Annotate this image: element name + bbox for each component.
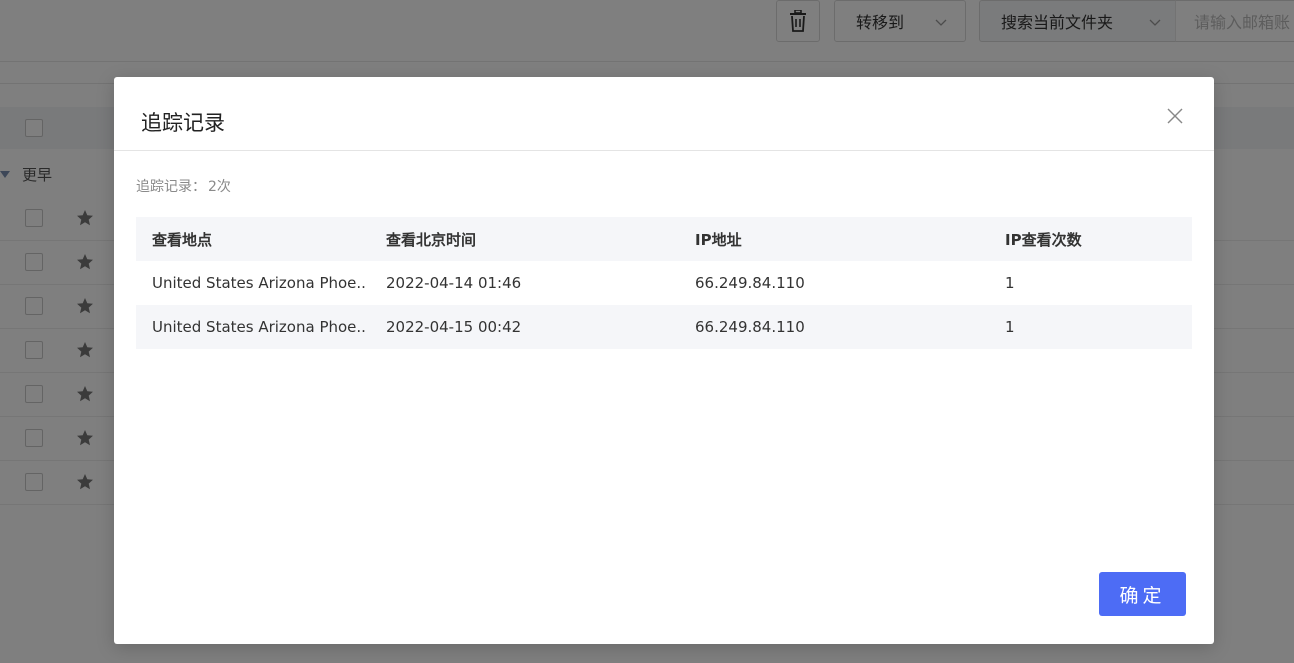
dialog-title: 追踪记录 [141,111,225,135]
cell-ip-address: 66.249.84.110 [695,274,805,292]
cell-ip-address: 66.249.84.110 [695,318,805,336]
column-header-ip-view-count: IP查看次数 [1005,230,1082,249]
column-header-location: 查看地点 [152,230,213,249]
column-header-ip-address: IP地址 [695,230,742,249]
cell-ip-view-count: 1 [1005,274,1015,292]
cell-location: United States Arizona Phoe.. [152,274,366,292]
tracking-record-dialog: 追踪记录 追踪记录： 2次 查看地点 查看北京时间 IP地址 IP查看次数 Uni… [114,77,1214,644]
table-row: United States Arizona Phoe.. 2022-04-15 … [136,305,1192,349]
cell-location: United States Arizona Phoe.. [152,318,366,336]
tracking-count-value: 2次 [208,179,231,195]
cell-ip-view-count: 1 [1005,318,1015,336]
table-row: United States Arizona Phoe.. 2022-04-14 … [136,261,1192,305]
tracking-count-label: 追踪记录： [136,179,206,195]
confirm-button[interactable]: 确定 [1099,572,1186,616]
column-header-beijing-time: 查看北京时间 [386,230,477,249]
dialog-header: 追踪记录 [114,77,1214,151]
tracking-count: 追踪记录： 2次 [136,176,231,196]
cell-beijing-time: 2022-04-14 01:46 [386,274,522,292]
tracking-table: 查看地点 查看北京时间 IP地址 IP查看次数 United States Ar… [136,217,1192,349]
cell-beijing-time: 2022-04-15 00:42 [386,318,522,336]
close-icon[interactable] [1166,107,1184,125]
table-header-row: 查看地点 查看北京时间 IP地址 IP查看次数 [136,217,1192,261]
